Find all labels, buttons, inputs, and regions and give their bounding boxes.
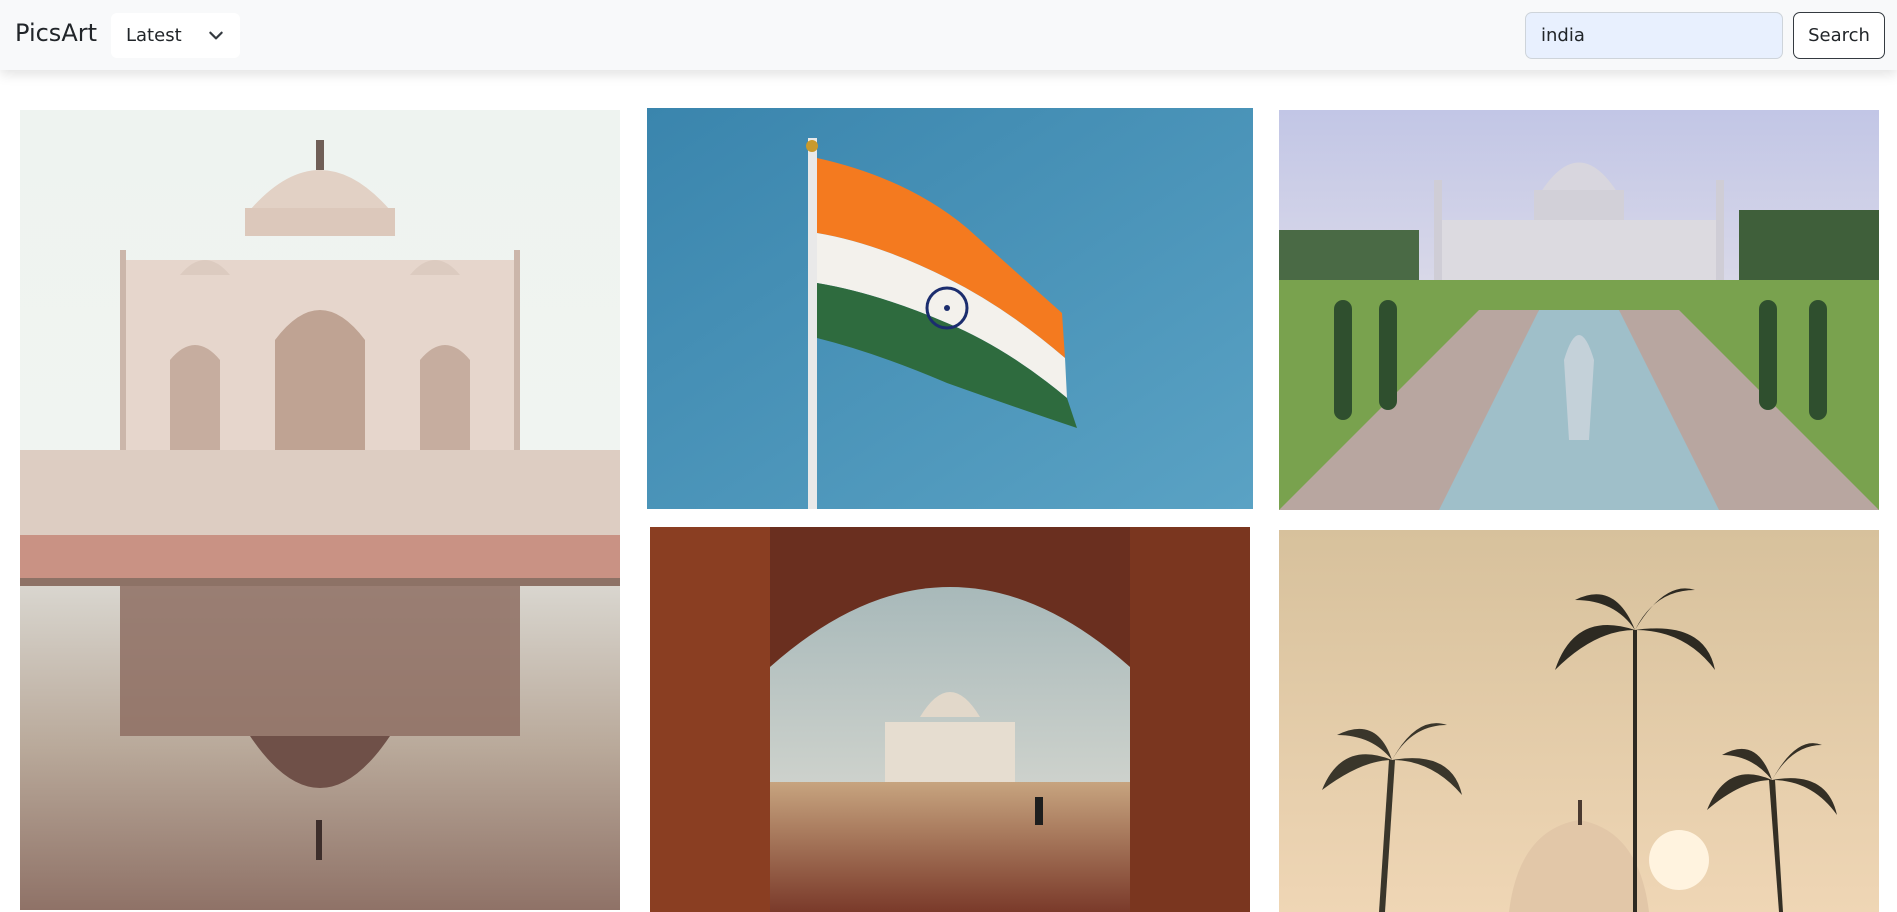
photo-indian-flag[interactable] xyxy=(647,108,1253,509)
sort-select[interactable]: Latest xyxy=(111,13,240,58)
palm-sunset-image xyxy=(1279,530,1879,912)
top-navbar: PicsArt Latest Search xyxy=(0,0,1897,70)
taj-gardens-image xyxy=(1279,110,1879,510)
photo-taj-mahal-reflection[interactable] xyxy=(20,110,620,910)
search-button[interactable]: Search xyxy=(1793,12,1885,59)
brand-logo[interactable]: PicsArt xyxy=(15,19,97,47)
sort-select-value: Latest xyxy=(126,25,182,46)
search-input[interactable] xyxy=(1525,12,1783,59)
photo-taj-mahal-archway[interactable] xyxy=(650,527,1250,912)
taj-archway-image xyxy=(650,527,1250,912)
photo-palm-trees-sunset[interactable] xyxy=(1279,530,1879,912)
indian-flag-image xyxy=(647,108,1253,509)
chevron-down-icon xyxy=(209,31,223,40)
taj-reflection-image xyxy=(20,110,620,910)
photo-taj-mahal-gardens[interactable] xyxy=(1279,110,1879,510)
